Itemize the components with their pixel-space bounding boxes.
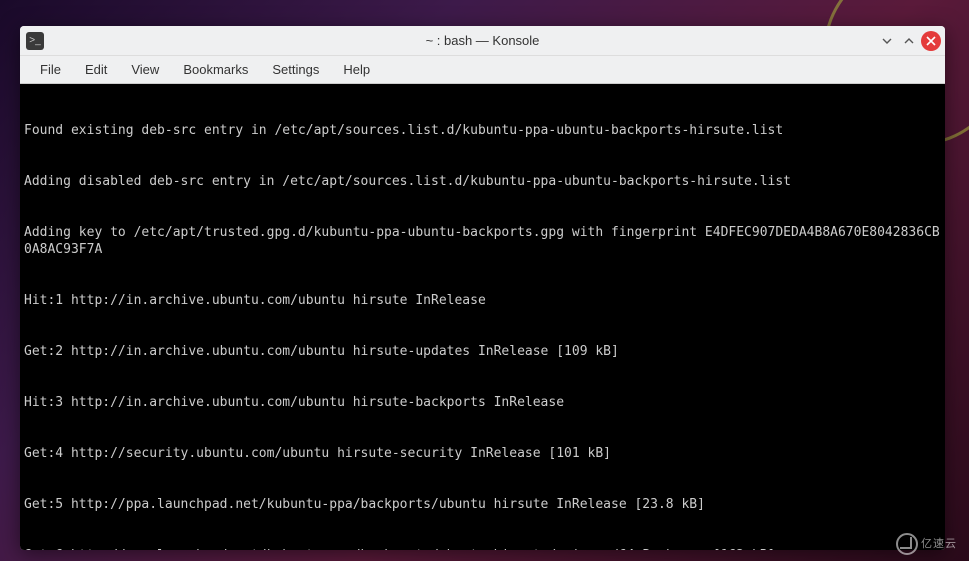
terminal-output: Hit:1 http://in.archive.ubuntu.com/ubunt…	[24, 292, 941, 309]
terminal-viewport[interactable]: Found existing deb-src entry in /etc/apt…	[20, 84, 945, 550]
menu-edit[interactable]: Edit	[73, 58, 119, 81]
terminal-output: Get:6 http://ppa.launchpad.net/kubuntu-p…	[24, 547, 941, 550]
menubar: File Edit View Bookmarks Settings Help	[20, 56, 945, 84]
close-button[interactable]	[921, 31, 941, 51]
terminal-output: Adding disabled deb-src entry in /etc/ap…	[24, 173, 941, 190]
window-controls	[877, 31, 941, 51]
menu-view[interactable]: View	[119, 58, 171, 81]
watermark-text: 亿速云	[921, 538, 957, 550]
menu-file[interactable]: File	[28, 58, 73, 81]
minimize-button[interactable]	[877, 31, 897, 51]
menu-settings[interactable]: Settings	[260, 58, 331, 81]
terminal-output: Found existing deb-src entry in /etc/apt…	[24, 122, 941, 139]
konsole-app-icon: >_	[26, 32, 44, 50]
konsole-window: >_ ~ : bash — Konsole File Edit View Boo…	[20, 26, 945, 550]
menu-bookmarks[interactable]: Bookmarks	[171, 58, 260, 81]
maximize-button[interactable]	[899, 31, 919, 51]
chevron-up-icon	[903, 35, 915, 47]
terminal-output: Get:2 http://in.archive.ubuntu.com/ubunt…	[24, 343, 941, 360]
window-title: ~ : bash — Konsole	[20, 33, 945, 48]
watermark: 亿速云	[896, 533, 957, 555]
close-icon	[926, 36, 936, 46]
menu-help[interactable]: Help	[331, 58, 382, 81]
terminal-output: Get:5 http://ppa.launchpad.net/kubuntu-p…	[24, 496, 941, 513]
terminal-output: Adding key to /etc/apt/trusted.gpg.d/kub…	[24, 224, 941, 258]
terminal-output: Get:4 http://security.ubuntu.com/ubuntu …	[24, 445, 941, 462]
chevron-down-icon	[881, 35, 893, 47]
terminal-output: Hit:3 http://in.archive.ubuntu.com/ubunt…	[24, 394, 941, 411]
watermark-logo-icon	[896, 533, 918, 555]
titlebar[interactable]: >_ ~ : bash — Konsole	[20, 26, 945, 56]
